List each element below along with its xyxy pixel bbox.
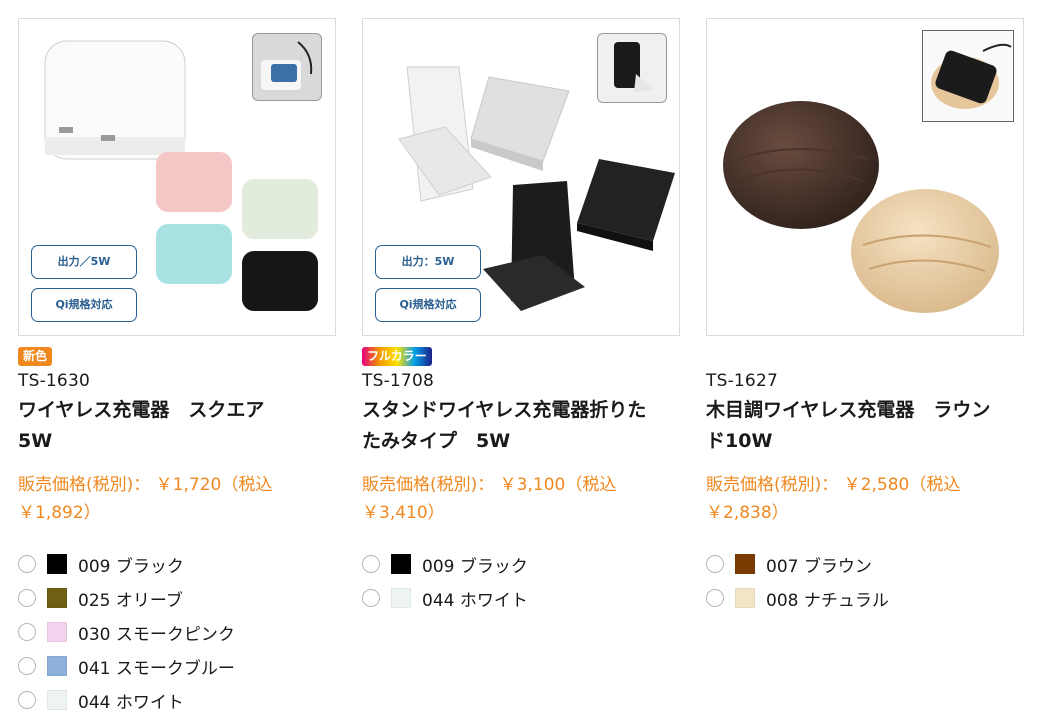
spec-tag-output: 出力／5W bbox=[31, 245, 137, 279]
phone-on-charger-icon bbox=[261, 41, 313, 90]
product-code: TS-1627 bbox=[706, 371, 778, 391]
radio-button[interactable] bbox=[362, 589, 380, 607]
color-swatch bbox=[47, 656, 67, 676]
price-line2: ￥2,838） bbox=[706, 503, 789, 523]
color-swatch bbox=[391, 554, 411, 574]
color-options: 009 ブラック 025 オリーブ 030 スモークピンク 041 スモークブル… bbox=[18, 547, 336, 717]
product-name[interactable]: スタンドワイヤレス充電器折りた たみタイプ 5W bbox=[362, 395, 680, 457]
spec-tag-qi: Qi規格対応 bbox=[31, 288, 137, 322]
phone-on-wood-charger-icon bbox=[931, 43, 1012, 109]
full-color-badge: フルカラー bbox=[362, 347, 432, 366]
color-label: 009 ブラック bbox=[422, 556, 528, 577]
color-label: 030 スモークピンク bbox=[78, 624, 235, 645]
color-option[interactable]: 009 ブラック bbox=[18, 547, 336, 581]
product-card-ts-1708[interactable]: 出力：5W Qi規格対応 フルカラー TS-1708 スタンドワイヤレス充電器折… bbox=[362, 18, 680, 615]
product-code: TS-1708 bbox=[362, 371, 434, 391]
radio-button[interactable] bbox=[18, 555, 36, 573]
spec-tag-qi: Qi規格対応 bbox=[375, 288, 481, 322]
color-label: 041 スモークブルー bbox=[78, 658, 235, 679]
product-price: 販売価格(税別)： ￥2,580（税込 ￥2,838） bbox=[706, 471, 1024, 527]
color-label: 044 ホワイト bbox=[422, 590, 528, 611]
product-image[interactable]: 出力：5W Qi規格対応 bbox=[362, 18, 680, 336]
color-label: 025 オリーブ bbox=[78, 590, 183, 611]
color-label: 008 ナチュラル bbox=[766, 590, 889, 611]
product-name[interactable]: ワイヤレス充電器 スクエア 5W bbox=[18, 395, 336, 457]
color-option[interactable]: 007 ブラウン bbox=[706, 547, 1024, 581]
color-option[interactable]: 044 ホワイト bbox=[18, 683, 336, 717]
product-name-line1: スタンドワイヤレス充電器折りた bbox=[362, 399, 647, 421]
product-name-line2: ド10W bbox=[706, 430, 773, 452]
product-card-ts-1627[interactable]: TS-1627 木目調ワイヤレス充電器 ラウン ド10W 販売価格(税別)： ￥… bbox=[706, 18, 1024, 615]
color-swatch bbox=[47, 690, 67, 710]
price-line1: 販売価格(税別)： ￥3,100（税込 bbox=[362, 475, 617, 495]
color-swatch bbox=[47, 588, 67, 608]
price-line1: 販売価格(税別)： ￥2,580（税込 bbox=[706, 475, 961, 495]
radio-button[interactable] bbox=[362, 555, 380, 573]
price-line1: 販売価格(税別)： ￥1,720（税込 bbox=[18, 475, 273, 495]
product-name[interactable]: 木目調ワイヤレス充電器 ラウン ド10W bbox=[706, 395, 1024, 457]
usage-thumbnail bbox=[597, 33, 667, 103]
color-swatch bbox=[391, 588, 411, 608]
radio-button[interactable] bbox=[706, 589, 724, 607]
radio-button[interactable] bbox=[706, 555, 724, 573]
color-option[interactable]: 008 ナチュラル bbox=[706, 581, 1024, 615]
price-line2: ￥3,410） bbox=[362, 503, 445, 523]
product-name-line2: 5W bbox=[18, 430, 53, 452]
color-option[interactable]: 041 スモークブルー bbox=[18, 649, 336, 683]
color-swatch bbox=[47, 622, 67, 642]
new-color-badge: 新色 bbox=[18, 347, 53, 366]
product-image[interactable] bbox=[706, 18, 1024, 336]
phone-on-stand-icon bbox=[614, 42, 654, 92]
product-name-line1: ワイヤレス充電器 スクエア bbox=[18, 399, 265, 421]
radio-button[interactable] bbox=[18, 691, 36, 709]
color-option[interactable]: 025 オリーブ bbox=[18, 581, 336, 615]
color-swatch bbox=[47, 554, 67, 574]
usage-thumbnail bbox=[922, 30, 1014, 122]
color-option[interactable]: 009 ブラック bbox=[362, 547, 680, 581]
color-option[interactable]: 044 ホワイト bbox=[362, 581, 680, 615]
color-options: 007 ブラウン 008 ナチュラル bbox=[706, 547, 1024, 615]
product-code: TS-1630 bbox=[18, 371, 90, 391]
color-label: 009 ブラック bbox=[78, 556, 184, 577]
color-option[interactable]: 030 スモークピンク bbox=[18, 615, 336, 649]
radio-button[interactable] bbox=[18, 657, 36, 675]
radio-button[interactable] bbox=[18, 589, 36, 607]
product-price: 販売価格(税別)： ￥1,720（税込 ￥1,892） bbox=[18, 471, 336, 527]
usage-thumbnail bbox=[252, 33, 322, 101]
color-options: 009 ブラック 044 ホワイト bbox=[362, 547, 680, 615]
price-line2: ￥1,892） bbox=[18, 503, 101, 523]
product-name-line2: たみタイプ 5W bbox=[362, 430, 511, 452]
spec-tag-output: 出力：5W bbox=[375, 245, 481, 279]
product-name-line1: 木目調ワイヤレス充電器 ラウン bbox=[706, 399, 991, 421]
color-swatch bbox=[735, 588, 755, 608]
product-card-ts-1630[interactable]: 出力／5W Qi規格対応 新色 TS-1630 ワイヤレス充電器 スクエア 5W… bbox=[18, 18, 336, 717]
color-label: 044 ホワイト bbox=[78, 692, 184, 713]
product-image[interactable]: 出力／5W Qi規格対応 bbox=[18, 18, 336, 336]
color-swatch bbox=[735, 554, 755, 574]
radio-button[interactable] bbox=[18, 623, 36, 641]
color-label: 007 ブラウン bbox=[766, 556, 872, 577]
product-price: 販売価格(税別)： ￥3,100（税込 ￥3,410） bbox=[362, 471, 680, 527]
